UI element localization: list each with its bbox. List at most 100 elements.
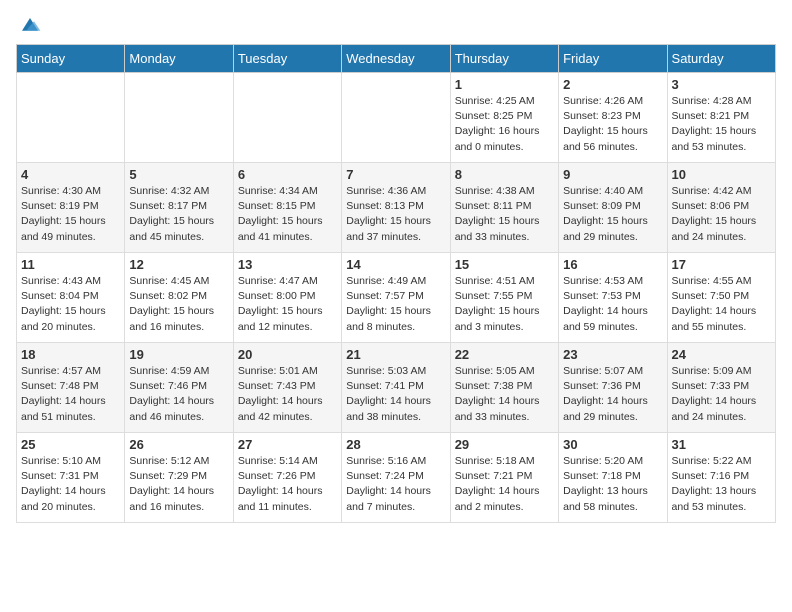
day-number: 26: [129, 437, 228, 452]
calendar-cell: 4 Sunrise: 4:30 AMSunset: 8:19 PMDaylight…: [17, 163, 125, 253]
day-of-week-header: Friday: [559, 45, 667, 73]
day-info: Sunrise: 5:16 AMSunset: 7:24 PMDaylight:…: [346, 454, 445, 515]
day-of-week-header: Saturday: [667, 45, 775, 73]
calendar-week-row: 25 Sunrise: 5:10 AMSunset: 7:31 PMDayligh…: [17, 433, 776, 523]
day-info: Sunrise: 5:05 AMSunset: 7:38 PMDaylight:…: [455, 364, 554, 425]
calendar-cell: [17, 73, 125, 163]
day-number: 14: [346, 257, 445, 272]
day-number: 10: [672, 167, 771, 182]
day-number: 7: [346, 167, 445, 182]
day-info: Sunrise: 4:25 AMSunset: 8:25 PMDaylight:…: [455, 94, 554, 155]
calendar-cell: 29 Sunrise: 5:18 AMSunset: 7:21 PMDayligh…: [450, 433, 558, 523]
day-info: Sunrise: 5:03 AMSunset: 7:41 PMDaylight:…: [346, 364, 445, 425]
calendar-cell: 30 Sunrise: 5:20 AMSunset: 7:18 PMDayligh…: [559, 433, 667, 523]
day-info: Sunrise: 4:51 AMSunset: 7:55 PMDaylight:…: [455, 274, 554, 335]
day-number: 11: [21, 257, 120, 272]
day-info: Sunrise: 4:43 AMSunset: 8:04 PMDaylight:…: [21, 274, 120, 335]
day-info: Sunrise: 4:40 AMSunset: 8:09 PMDaylight:…: [563, 184, 662, 245]
day-number: 23: [563, 347, 662, 362]
day-number: 24: [672, 347, 771, 362]
calendar-cell: 5Sunrise: 4:32 AMSunset: 8:17 PMDaylight…: [125, 163, 233, 253]
day-of-week-header: Wednesday: [342, 45, 450, 73]
day-number: 13: [238, 257, 337, 272]
day-info: Sunrise: 4:38 AMSunset: 8:11 PMDaylight:…: [455, 184, 554, 245]
day-info: Sunrise: 4:26 AMSunset: 8:23 PMDaylight:…: [563, 94, 662, 155]
day-info: Sunrise: 4:45 AMSunset: 8:02 PMDaylight:…: [129, 274, 228, 335]
day-of-week-header: Thursday: [450, 45, 558, 73]
calendar-cell: 20Sunrise: 5:01 AMSunset: 7:43 PMDayligh…: [233, 343, 341, 433]
day-info: Sunrise: 4:53 AMSunset: 7:53 PMDaylight:…: [563, 274, 662, 335]
calendar-week-row: 1Sunrise: 4:25 AMSunset: 8:25 PMDaylight…: [17, 73, 776, 163]
calendar-cell: 23 Sunrise: 5:07 AMSunset: 7:36 PMDayligh…: [559, 343, 667, 433]
calendar-cell: 2 Sunrise: 4:26 AMSunset: 8:23 PMDaylight…: [559, 73, 667, 163]
day-info: Sunrise: 5:07 AMSunset: 7:36 PMDaylight:…: [563, 364, 662, 425]
calendar-cell: 13 Sunrise: 4:47 AMSunset: 8:00 PMDayligh…: [233, 253, 341, 343]
calendar-cell: 10 Sunrise: 4:42 AMSunset: 8:06 PMDayligh…: [667, 163, 775, 253]
logo-icon: [18, 16, 42, 36]
day-info: Sunrise: 5:20 AMSunset: 7:18 PMDaylight:…: [563, 454, 662, 515]
day-number: 4: [21, 167, 120, 182]
calendar-cell: 25 Sunrise: 5:10 AMSunset: 7:31 PMDayligh…: [17, 433, 125, 523]
calendar-cell: [342, 73, 450, 163]
day-info: Sunrise: 4:36 AMSunset: 8:13 PMDaylight:…: [346, 184, 445, 245]
day-of-week-header: Tuesday: [233, 45, 341, 73]
calendar-week-row: 4 Sunrise: 4:30 AMSunset: 8:19 PMDaylight…: [17, 163, 776, 253]
day-number: 28: [346, 437, 445, 452]
day-info: Sunrise: 4:42 AMSunset: 8:06 PMDaylight:…: [672, 184, 771, 245]
calendar-cell: 14Sunrise: 4:49 AMSunset: 7:57 PMDayligh…: [342, 253, 450, 343]
calendar-cell: 17 Sunrise: 4:55 AMSunset: 7:50 PMDayligh…: [667, 253, 775, 343]
day-info: Sunrise: 4:28 AMSunset: 8:21 PMDaylight:…: [672, 94, 771, 155]
calendar-cell: 6 Sunrise: 4:34 AMSunset: 8:15 PMDaylight…: [233, 163, 341, 253]
calendar-cell: 8 Sunrise: 4:38 AMSunset: 8:11 PMDaylight…: [450, 163, 558, 253]
calendar-cell: 16 Sunrise: 4:53 AMSunset: 7:53 PMDayligh…: [559, 253, 667, 343]
day-info: Sunrise: 4:59 AMSunset: 7:46 PMDaylight:…: [129, 364, 228, 425]
day-info: Sunrise: 4:55 AMSunset: 7:50 PMDaylight:…: [672, 274, 771, 335]
day-number: 30: [563, 437, 662, 452]
day-number: 17: [672, 257, 771, 272]
calendar-cell: [125, 73, 233, 163]
day-info: Sunrise: 5:01 AMSunset: 7:43 PMDaylight:…: [238, 364, 337, 425]
calendar-cell: 7 Sunrise: 4:36 AMSunset: 8:13 PMDaylight…: [342, 163, 450, 253]
calendar-table: SundayMondayTuesdayWednesdayThursdayFrid…: [16, 44, 776, 523]
day-number: 19: [129, 347, 228, 362]
calendar-week-row: 11 Sunrise: 4:43 AMSunset: 8:04 PMDayligh…: [17, 253, 776, 343]
calendar-cell: 21 Sunrise: 5:03 AMSunset: 7:41 PMDayligh…: [342, 343, 450, 433]
day-info: Sunrise: 5:12 AMSunset: 7:29 PMDaylight:…: [129, 454, 228, 515]
day-number: 29: [455, 437, 554, 452]
day-number: 8: [455, 167, 554, 182]
calendar-cell: 27 Sunrise: 5:14 AMSunset: 7:26 PMDayligh…: [233, 433, 341, 523]
calendar-cell: 24 Sunrise: 5:09 AMSunset: 7:33 PMDayligh…: [667, 343, 775, 433]
day-info: Sunrise: 4:34 AMSunset: 8:15 PMDaylight:…: [238, 184, 337, 245]
day-number: 15: [455, 257, 554, 272]
day-number: 9: [563, 167, 662, 182]
day-number: 5: [129, 167, 228, 182]
day-number: 12: [129, 257, 228, 272]
calendar-header-row: SundayMondayTuesdayWednesdayThursdayFrid…: [17, 45, 776, 73]
calendar-cell: 31Sunrise: 5:22 AMSunset: 7:16 PMDayligh…: [667, 433, 775, 523]
calendar-cell: 1Sunrise: 4:25 AMSunset: 8:25 PMDaylight…: [450, 73, 558, 163]
day-info: Sunrise: 5:09 AMSunset: 7:33 PMDaylight:…: [672, 364, 771, 425]
day-number: 18: [21, 347, 120, 362]
calendar-cell: 28 Sunrise: 5:16 AMSunset: 7:24 PMDayligh…: [342, 433, 450, 523]
day-info: Sunrise: 5:18 AMSunset: 7:21 PMDaylight:…: [455, 454, 554, 515]
calendar-cell: 11 Sunrise: 4:43 AMSunset: 8:04 PMDayligh…: [17, 253, 125, 343]
calendar-cell: 12 Sunrise: 4:45 AMSunset: 8:02 PMDayligh…: [125, 253, 233, 343]
day-info: Sunrise: 5:14 AMSunset: 7:26 PMDaylight:…: [238, 454, 337, 515]
day-info: Sunrise: 4:30 AMSunset: 8:19 PMDaylight:…: [21, 184, 120, 245]
day-info: Sunrise: 4:57 AMSunset: 7:48 PMDaylight:…: [21, 364, 120, 425]
day-number: 6: [238, 167, 337, 182]
calendar-cell: 15 Sunrise: 4:51 AMSunset: 7:55 PMDayligh…: [450, 253, 558, 343]
day-number: 16: [563, 257, 662, 272]
calendar-cell: 19 Sunrise: 4:59 AMSunset: 7:46 PMDayligh…: [125, 343, 233, 433]
day-number: 2: [563, 77, 662, 92]
day-number: 27: [238, 437, 337, 452]
day-info: Sunrise: 5:22 AMSunset: 7:16 PMDaylight:…: [672, 454, 771, 515]
day-number: 22: [455, 347, 554, 362]
day-number: 25: [21, 437, 120, 452]
calendar-week-row: 18 Sunrise: 4:57 AMSunset: 7:48 PMDayligh…: [17, 343, 776, 433]
day-of-week-header: Sunday: [17, 45, 125, 73]
day-number: 21: [346, 347, 445, 362]
day-info: Sunrise: 4:47 AMSunset: 8:00 PMDaylight:…: [238, 274, 337, 335]
day-info: Sunrise: 5:10 AMSunset: 7:31 PMDaylight:…: [21, 454, 120, 515]
calendar-cell: 3Sunrise: 4:28 AMSunset: 8:21 PMDaylight…: [667, 73, 775, 163]
